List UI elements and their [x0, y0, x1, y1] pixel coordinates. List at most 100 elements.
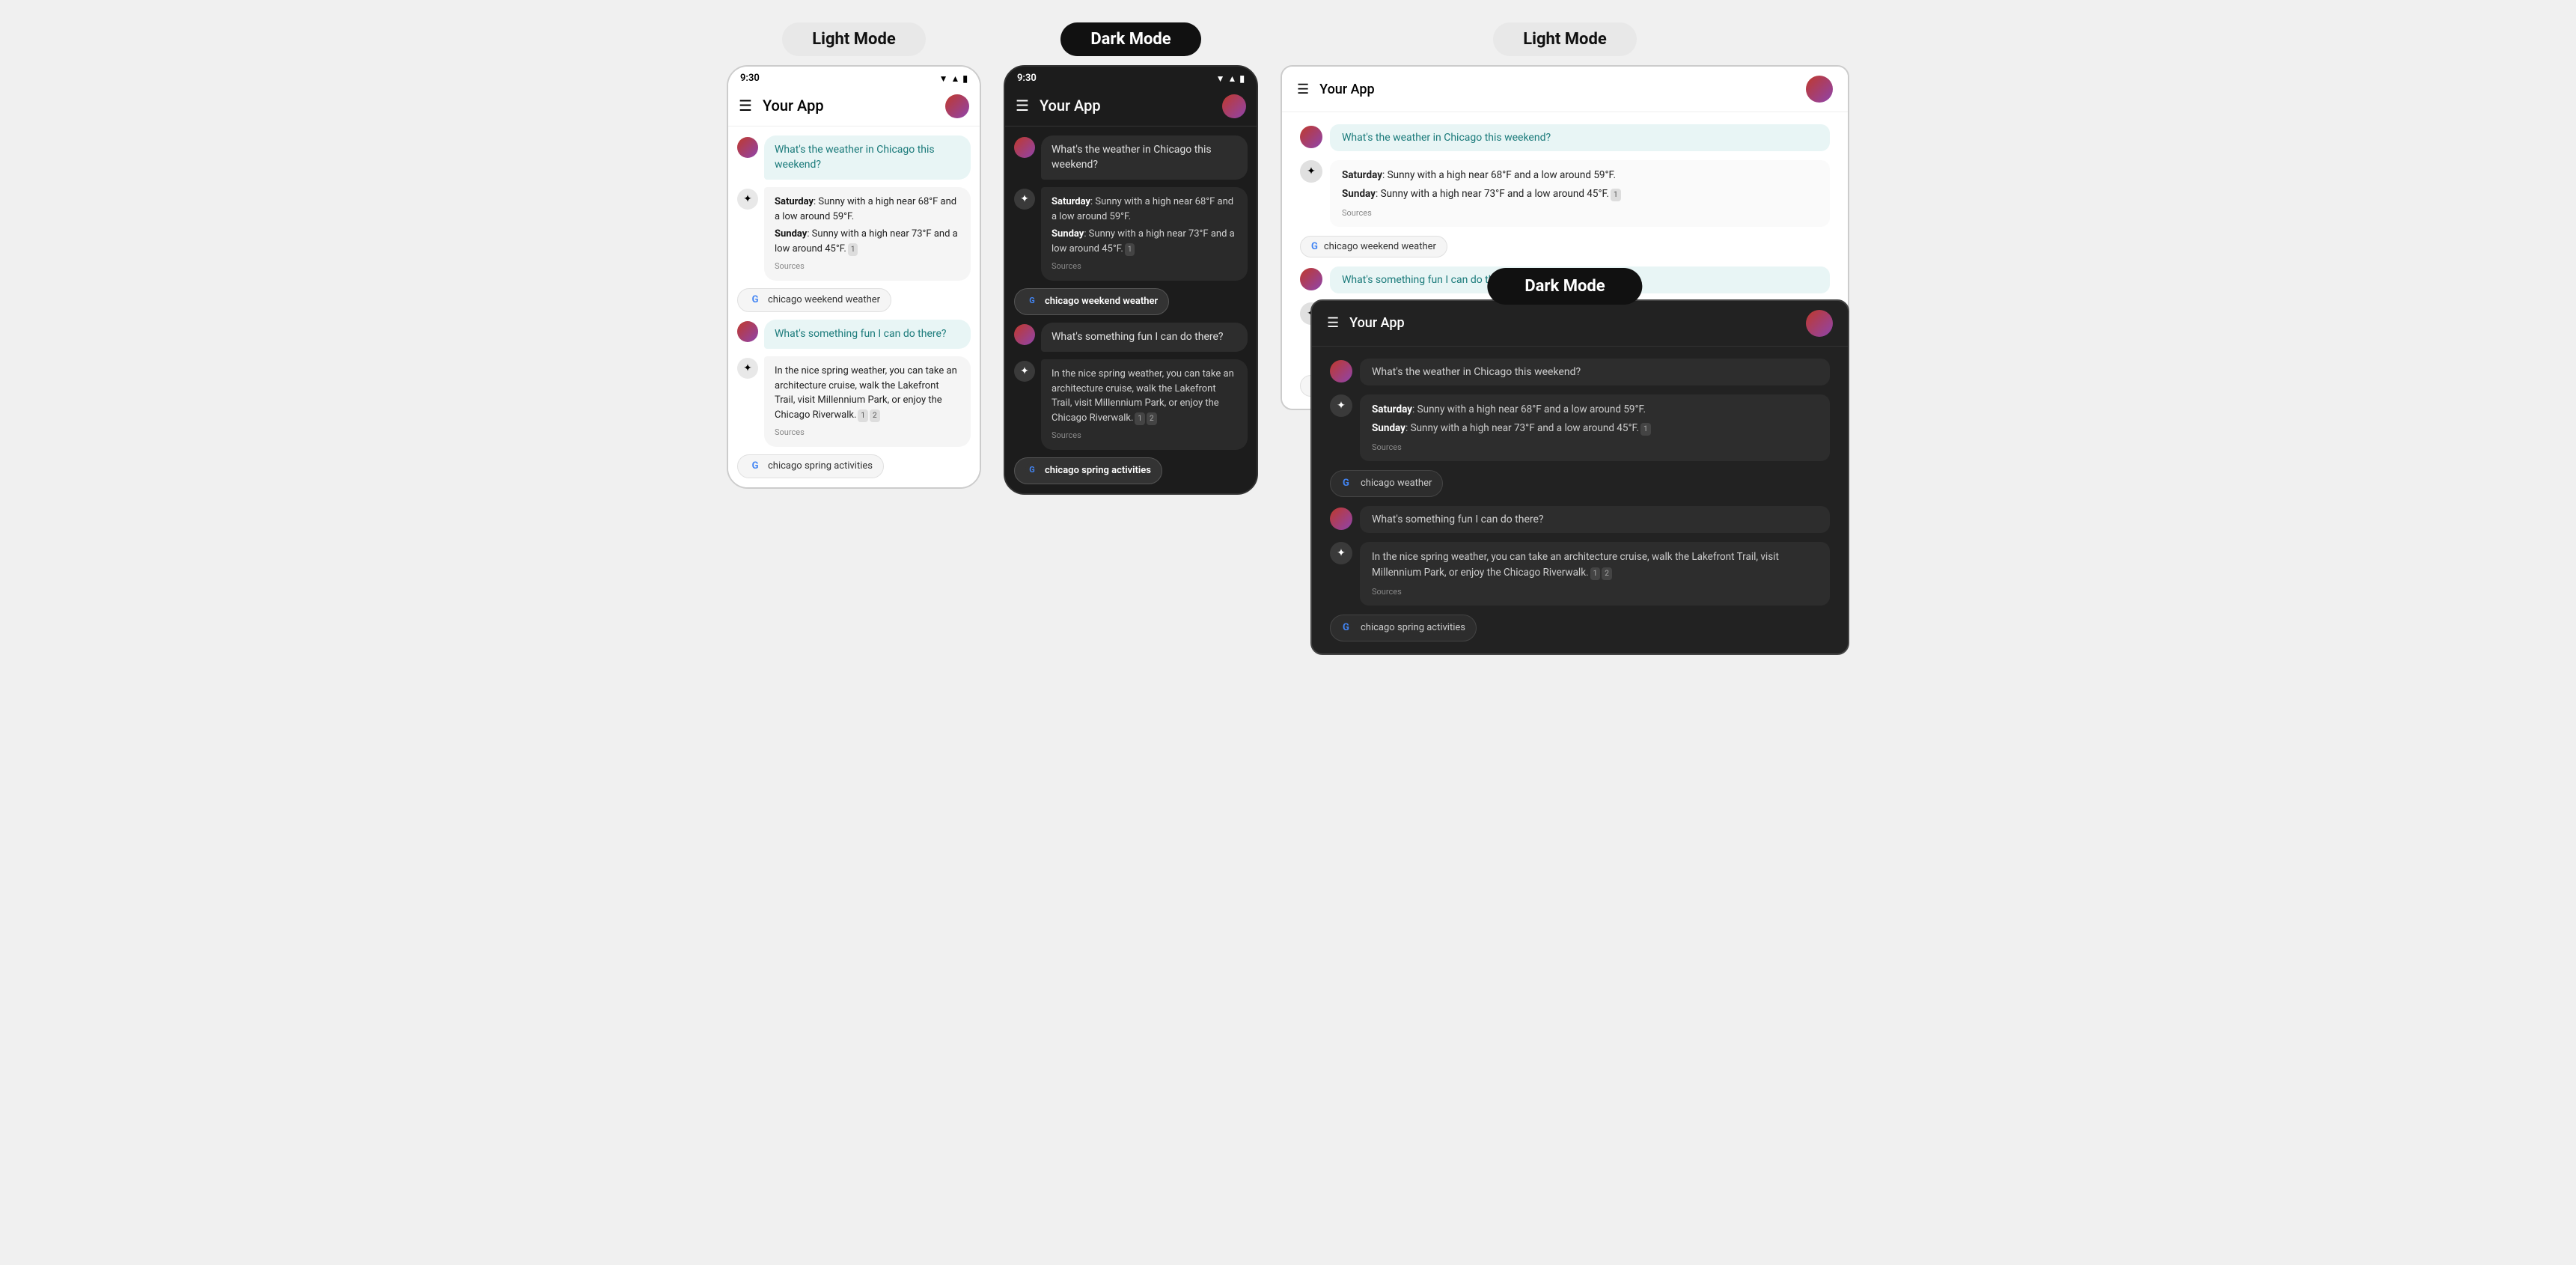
dark-user-msg-2: What's something fun I can do there? — [1014, 323, 1248, 353]
dd-cite-2a: 1 — [1590, 567, 1601, 581]
desktop-light-header: ☰ Your App — [1282, 67, 1848, 112]
dl-user-msg-1: What's the weather in Chicago this weeke… — [1300, 124, 1830, 151]
hamburger-icon[interactable]: ☰ — [739, 97, 752, 115]
status-bar-light: 9:30 ▼ ▲ ▮ — [728, 67, 980, 87]
user-msg-1: What's the weather in Chicago this weeke… — [737, 135, 971, 180]
status-time-dark: 9:30 — [1017, 73, 1037, 84]
dd-sunday-text: : Sunny with a high near 73°F and a low … — [1405, 422, 1639, 434]
google-icon-1: G — [748, 293, 762, 307]
dd-chip-2[interactable]: G chicago spring activities — [1330, 615, 1477, 641]
svg-text:G: G — [1029, 296, 1035, 305]
desktop-dark-frame: ☰ Your App What's the weather in Chicago… — [1310, 299, 1849, 655]
battery-icon-dark: ▮ — [1239, 73, 1245, 84]
dark-user-avatar-1 — [1014, 137, 1035, 158]
sources-label-2: Sources — [775, 427, 960, 439]
google-icon-2: G — [748, 460, 762, 473]
status-icons: ▼ ▲ ▮ — [939, 73, 968, 84]
user-msg-2: What's something fun I can do there? — [737, 320, 971, 350]
desktop-hamburger-light[interactable]: ☰ — [1297, 82, 1309, 97]
svg-text:G: G — [1343, 622, 1349, 633]
app-title-dark: Your App — [1040, 97, 1222, 115]
dark-overlay-container: Dark Mode ☰ Your App What's the weather … — [1281, 284, 1849, 655]
dark-user-bubble-1: What's the weather in Chicago this weeke… — [1041, 135, 1248, 180]
cite-2a: 1 — [858, 409, 868, 422]
dd-ai-avatar-2: ✦ — [1330, 542, 1352, 564]
desktop-chat-dark: What's the weather in Chicago this weeke… — [1312, 347, 1848, 653]
user-avatar-2 — [737, 321, 758, 342]
dark-mode-label-1: Dark Mode — [1060, 22, 1200, 56]
ai-bubble-2: In the nice spring weather, you can take… — [764, 356, 971, 447]
dd-cite-2b: 2 — [1602, 567, 1612, 581]
status-bar-dark: 9:30 ▼ ▲ ▮ — [1005, 67, 1257, 87]
dd-user-msg-1: What's the weather in Chicago this weeke… — [1330, 359, 1830, 385]
dl-sunday-text: : Sunny with a high near 73°F and a low … — [1376, 188, 1609, 200]
dd-user-msg-2: What's something fun I can do there? — [1330, 506, 1830, 533]
dl-saturday-text: : Sunny with a high near 68°F and a low … — [1382, 169, 1616, 181]
desktop-dark-header: ☰ Your App — [1312, 301, 1848, 347]
dark-chip-text-1: chicago weekend weather — [1045, 296, 1158, 307]
light-mode-label-2: Light Mode — [1493, 22, 1636, 56]
chip-text-2: chicago spring activities — [768, 460, 873, 472]
dd-chip-1[interactable]: G chicago weather — [1330, 470, 1443, 497]
hamburger-icon-dark[interactable]: ☰ — [1016, 97, 1029, 115]
dark-search-chip-2[interactable]: G chicago spring activities — [1014, 457, 1162, 484]
cite-2b: 2 — [870, 409, 880, 422]
dd-ai-bubble-1: Saturday: Sunny with a high near 68°F an… — [1360, 394, 1830, 461]
signal-icon-dark: ▲ — [1228, 73, 1237, 84]
dd-user-bubble-1: What's the weather in Chicago this weeke… — [1360, 359, 1830, 385]
dark-ai-avatar-2: ✦ — [1014, 361, 1035, 382]
desktop-avatar-dark[interactable] — [1806, 310, 1833, 337]
svg-text:G: G — [1029, 465, 1035, 475]
user-avatar-1 — [737, 137, 758, 158]
dl-chip-1[interactable]: G chicago weekend weather — [1300, 236, 1447, 257]
dd-sources-2: Sources — [1372, 585, 1818, 598]
dd-chip-text-1: chicago weather — [1361, 478, 1432, 489]
desktop-hamburger-dark[interactable]: ☰ — [1327, 315, 1339, 331]
signal-icon: ▲ — [951, 73, 960, 84]
ai-msg-2: ✦ In the nice spring weather, you can ta… — [737, 356, 971, 447]
desktop-avatar-light[interactable] — [1806, 76, 1833, 103]
dd-google-icon-1: G — [1341, 475, 1355, 492]
dark-ai-msg-1: ✦ Saturday: Sunny with a high near 68°F … — [1014, 187, 1248, 281]
dark-ai-avatar-1: ✦ — [1014, 189, 1035, 210]
dl-chip-text-1: chicago weekend weather — [1324, 241, 1436, 252]
section-light-phone: Light Mode 9:30 ▼ ▲ ▮ ☰ Your App What's … — [727, 22, 981, 489]
section-right: Light Mode ☰ Your App What's the weather… — [1281, 22, 1849, 655]
avatar-dark[interactable] — [1222, 94, 1246, 118]
avatar-light[interactable] — [945, 94, 969, 118]
dl-ai-msg-1: ✦ Saturday: Sunny with a high near 68°F … — [1300, 160, 1830, 227]
dark-ai-bubble-1: Saturday: Sunny with a high near 68°F an… — [1041, 187, 1248, 281]
sources-label-1: Sources — [775, 260, 960, 273]
search-chip-2[interactable]: G chicago spring activities — [737, 454, 884, 478]
dl-user-avatar-1 — [1300, 126, 1322, 148]
app-title-light: Your App — [763, 97, 945, 115]
dl-user-bubble-1: What's the weather in Chicago this weeke… — [1330, 124, 1830, 151]
section-dark-phone: Dark Mode 9:30 ▼ ▲ ▮ ☰ Your App What's t… — [1004, 22, 1258, 495]
dd-saturday-text: : Sunny with a high near 68°F and a low … — [1412, 403, 1646, 415]
dark-ai-bubble-2: In the nice spring weather, you can take… — [1041, 359, 1248, 450]
light-mode-label-1: Light Mode — [782, 22, 925, 56]
status-time: 9:30 — [740, 73, 760, 84]
light-phone-frame: 9:30 ▼ ▲ ▮ ☰ Your App What's the weather… — [727, 65, 981, 489]
dd-google-icon-2: G — [1341, 620, 1355, 636]
ai-bubble-1: Saturday: Sunny with a high near 68°F an… — [764, 187, 971, 281]
dl-sunday-label: Sunday — [1342, 188, 1376, 200]
dark-phone-frame: 9:30 ▼ ▲ ▮ ☰ Your App What's the weather… — [1004, 65, 1258, 495]
ai-msg-1: ✦ Saturday: Sunny with a high near 68°F … — [737, 187, 971, 281]
ai-avatar-2: ✦ — [737, 358, 758, 379]
chat-area-light: What's the weather in Chicago this weeke… — [728, 127, 980, 487]
dd-ai-msg-2: ✦ In the nice spring weather, you can ta… — [1330, 542, 1830, 606]
search-chip-1[interactable]: G chicago weekend weather — [737, 288, 891, 312]
dd-saturday-label: Saturday — [1372, 403, 1412, 415]
dark-cite-2a: 1 — [1135, 412, 1145, 425]
dd-user-avatar-2 — [1330, 507, 1352, 530]
dl-ai-avatar-1: ✦ — [1300, 160, 1322, 183]
dark-chip-text-2: chicago spring activities — [1045, 465, 1151, 476]
user-bubble-2: What's something fun I can do there? — [764, 320, 971, 350]
desktop-title-dark: Your App — [1349, 315, 1806, 331]
dl-sources-1: Sources — [1342, 207, 1818, 219]
dark-search-chip-1[interactable]: G chicago weekend weather — [1014, 288, 1169, 315]
app-header-light: ☰ Your App — [728, 87, 980, 127]
user-bubble-1: What's the weather in Chicago this weeke… — [764, 135, 971, 180]
chip-text-1: chicago weekend weather — [768, 294, 880, 305]
